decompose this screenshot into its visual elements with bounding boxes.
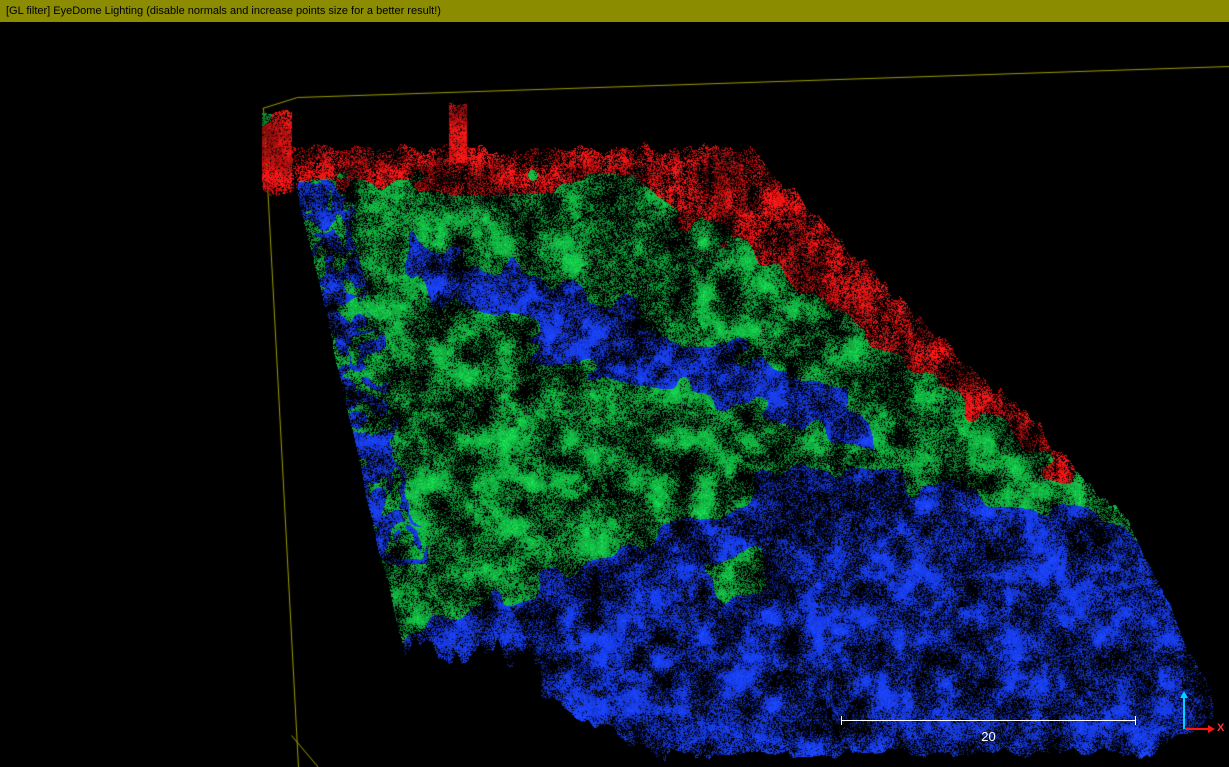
scale-bar-line <box>841 716 1136 725</box>
y-axis-label: Y <box>1187 707 1194 719</box>
scale-bar: 20 <box>841 716 1136 744</box>
scale-bar-rule <box>841 720 1136 721</box>
scale-bar-left-tick <box>841 716 842 725</box>
z-axis-label: Z <box>1176 679 1183 691</box>
z-axis-arrow-icon <box>1180 691 1188 698</box>
gl-filter-banner-text: [GL filter] EyeDome Lighting (disable no… <box>6 5 441 17</box>
x-axis-line <box>1185 728 1208 730</box>
axis-gizmo: Z Y X <box>1158 678 1229 748</box>
scale-bar-label: 20 <box>841 729 1136 744</box>
cloudcompare-window: [GL filter] EyeDome Lighting (disable no… <box>0 0 1229 767</box>
z-axis-line <box>1183 698 1185 729</box>
gl-filter-banner: [GL filter] EyeDome Lighting (disable no… <box>0 0 1229 22</box>
x-axis-arrow-icon <box>1208 725 1215 733</box>
x-axis-label: X <box>1217 722 1224 734</box>
scale-bar-right-tick <box>1135 716 1136 725</box>
3d-viewport-point-cloud[interactable] <box>0 0 1229 767</box>
